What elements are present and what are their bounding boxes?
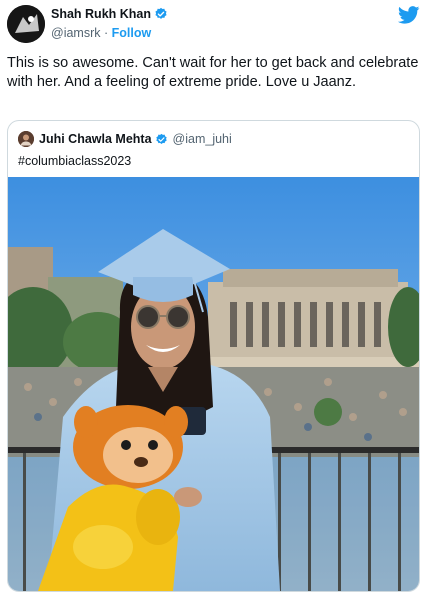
author-name[interactable]: Shah Rukh Khan <box>51 7 151 21</box>
quoted-author-name[interactable]: Juhi Chawla Mehta <box>39 132 152 146</box>
tweet-text: This is so awesome. Can't wait for her t… <box>7 55 419 90</box>
quoted-tweet[interactable]: Juhi Chawla Mehta @iam_juhi #columbiacla… <box>7 120 420 592</box>
quoted-name-row: Juhi Chawla Mehta @iam_juhi <box>39 132 232 146</box>
quoted-tweet-text: #columbiaclass2023 <box>18 154 132 168</box>
quoted-avatar-image <box>18 131 34 147</box>
handle-separator: · <box>103 26 109 40</box>
tweet-card: Shah Rukh Khan @iamsrk · Follow This is … <box>0 0 433 592</box>
quoted-author-handle[interactable]: @iam_juhi <box>173 132 232 146</box>
verified-badge-icon <box>155 7 167 19</box>
author-handle-row: @iamsrk · Follow <box>51 26 151 40</box>
twitter-bird-icon[interactable] <box>398 6 420 24</box>
verified-badge-icon <box>155 133 167 144</box>
author-avatar-image <box>7 5 45 43</box>
follow-button[interactable]: Follow <box>112 26 152 40</box>
author-handle[interactable]: @iamsrk <box>51 26 101 40</box>
author-name-row: Shah Rukh Khan <box>51 7 168 21</box>
author-avatar[interactable] <box>7 5 45 43</box>
quoted-author-avatar[interactable] <box>18 131 34 147</box>
graduation-photo[interactable] <box>8 177 419 591</box>
